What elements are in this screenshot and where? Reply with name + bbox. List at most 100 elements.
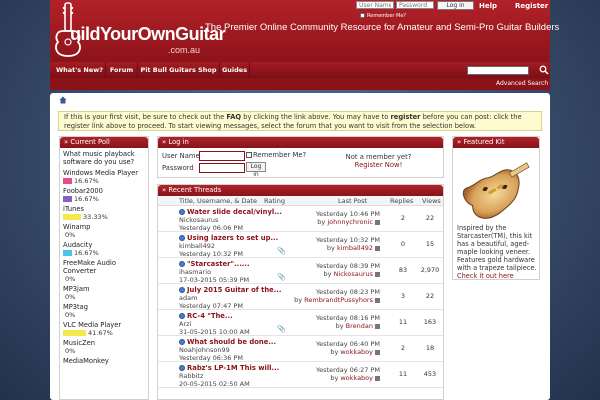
thread-author[interactable]: ihasmario (179, 268, 211, 276)
username-field[interactable] (199, 151, 245, 161)
register-notice-link[interactable]: register (391, 113, 421, 121)
login-block-title: » Log in (158, 137, 443, 148)
poll-percent: 16.67% (74, 195, 99, 203)
go-to-last-post-icon[interactable] (375, 376, 380, 381)
go-to-last-post-icon[interactable] (375, 272, 380, 277)
thread-row[interactable]: What should be done... Noahjohnson99 Yeste… (158, 336, 443, 362)
thread-date: 20-05-2015 02:50 AM (179, 380, 250, 388)
home-icon[interactable] (59, 96, 67, 104)
register-link[interactable]: Register (515, 2, 548, 10)
header-password-input[interactable] (396, 1, 434, 9)
last-post-user[interactable]: RembrandtPussyhors (304, 296, 373, 304)
last-post-user[interactable]: Nickosaurus (334, 270, 373, 278)
poll-option-label: iTunes (63, 205, 85, 213)
last-post-time: Yesterday 06:40 PM (316, 340, 380, 348)
tab-forum[interactable]: Forum (106, 62, 138, 78)
last-post-user[interactable]: wokkaboy (340, 374, 373, 382)
thread-row[interactable]: "Starcaster"...... ihasmario 17-03-2015 05… (158, 258, 443, 284)
col-views[interactable]: Views (422, 197, 441, 205)
attachment-icon: 📎 (277, 273, 286, 281)
thread-author[interactable]: Rabbitz (179, 372, 203, 380)
header-remember-me[interactable]: Remember Me? (360, 13, 406, 19)
login-button[interactable]: Log in (246, 162, 266, 178)
thread-date: Yesterday 06:36 PM (179, 354, 243, 362)
poll-option-label: Audacity (63, 241, 93, 249)
threads-column-headers: Title, Username, & Date Rating Last Post… (158, 196, 443, 206)
poll-option-result: 41.67% (60, 329, 148, 338)
thread-title[interactable]: What should be done... (187, 338, 276, 346)
last-post-user[interactable]: kimball492 (337, 244, 373, 252)
thread-title[interactable]: Using lazers to set up... (187, 234, 278, 242)
thread-status-icon (179, 339, 185, 345)
thread-views: 453 (423, 370, 437, 378)
thread-author[interactable]: Arzi (179, 320, 191, 328)
col-last-post[interactable]: Last Post (338, 197, 367, 205)
thread-replies: 3 (400, 292, 406, 300)
go-to-last-post-icon[interactable] (375, 350, 380, 355)
go-to-last-post-icon[interactable] (375, 246, 380, 251)
last-post-by: by wokkaboy (330, 374, 380, 382)
remember-me[interactable]: Remember Me? (246, 151, 306, 159)
thread-title[interactable]: Rabz's LP-1M This will... (187, 364, 279, 372)
thread-row[interactable]: July 2015 Guitar of the... adam Yesterday … (158, 284, 443, 310)
remember-checkbox[interactable] (246, 152, 252, 158)
poll-option-label: MusicZen (63, 339, 95, 347)
site-domain: .com.au (168, 45, 201, 55)
check-it-out-link[interactable]: Check it out here (457, 272, 514, 280)
advanced-search-link[interactable]: Advanced Search (496, 80, 548, 87)
password-field[interactable] (199, 163, 245, 173)
header-username-input[interactable] (356, 1, 394, 9)
poll-percent: 0% (65, 231, 76, 239)
last-post-user[interactable]: wokkaboy (340, 348, 373, 356)
thread-author[interactable]: kimball492 (179, 242, 215, 250)
go-to-last-post-icon[interactable] (375, 298, 380, 303)
poll-percent: 33.33% (83, 213, 108, 221)
poll-percent: 0% (65, 275, 76, 283)
thread-row[interactable]: Using lazers to set up... kimball492 Yeste… (158, 232, 443, 258)
col-replies[interactable]: Replies (390, 197, 413, 205)
thread-author[interactable]: Nickosaurus (179, 216, 218, 224)
poll-percent: 16.67% (74, 249, 99, 257)
help-link[interactable]: Help (479, 2, 497, 10)
guitar-kit-image[interactable] (457, 152, 533, 220)
faq-link[interactable]: FAQ (226, 113, 241, 121)
last-post-by: by kimball492 (327, 244, 380, 252)
recent-threads-block: » Recent Threads Title, Username, & Date… (157, 184, 444, 400)
tab-guides[interactable]: Guides (220, 62, 250, 78)
last-post-user[interactable]: johnnychronic (327, 218, 373, 226)
kit-desc-text: Inspired by the Starcaster(TM), this kit… (457, 224, 537, 272)
go-to-last-post-icon[interactable] (375, 324, 380, 329)
search-input[interactable] (467, 66, 529, 75)
remember-checkbox[interactable] (360, 13, 365, 18)
thread-title[interactable]: "Starcaster"...... (187, 260, 250, 268)
last-post-time: Yesterday 08:39 PM (316, 262, 380, 270)
thread-title[interactable]: July 2015 Guitar of the... (187, 286, 282, 294)
poll-option-result: 16.67% (60, 177, 148, 186)
last-post-user[interactable]: Brendan (346, 322, 373, 330)
last-post-time: Yesterday 06:27 PM (316, 366, 380, 374)
thread-row[interactable]: Water slide decal/vinyl... Nickosaurus Yes… (158, 206, 443, 232)
tab-whats-new[interactable]: What's New? (54, 62, 106, 78)
poll-option-label: Winamp (63, 223, 91, 231)
poll-percent: 41.67% (88, 329, 113, 337)
recent-threads-title: » Recent Threads (158, 185, 443, 196)
thread-author[interactable]: Noahjohnson99 (179, 346, 230, 354)
poll-option-result: 0% (60, 311, 148, 320)
thread-row[interactable]: RC-4 "The... Arzi 31-05-2015 10:00 AM 📎 Yest… (158, 310, 443, 336)
main-nav: What's New? Forum Pit Bull Guitars Shop … (50, 62, 550, 78)
thread-author[interactable]: adam (179, 294, 197, 302)
register-now-link[interactable]: Register Now! (336, 161, 421, 169)
tab-pit-bull-shop[interactable]: Pit Bull Guitars Shop (138, 62, 220, 78)
poll-bar (63, 178, 72, 184)
welcome-notice: If this is your first visit, be sure to … (58, 111, 542, 131)
header-login-button[interactable]: Log in (437, 1, 474, 10)
thread-title[interactable]: RC-4 "The... (187, 312, 233, 320)
col-title[interactable]: Title, Username, & Date (179, 197, 257, 205)
thread-date: Yesterday 07:47 PM (179, 302, 243, 310)
poll-bar (63, 250, 72, 256)
go-to-last-post-icon[interactable] (375, 220, 380, 225)
col-rating[interactable]: Rating (264, 197, 285, 205)
search-icon[interactable] (539, 65, 549, 75)
thread-title[interactable]: Water slide decal/vinyl... (187, 208, 282, 216)
thread-row[interactable]: Rabz's LP-1M This will... Rabbitz 20-05-20… (158, 362, 443, 388)
